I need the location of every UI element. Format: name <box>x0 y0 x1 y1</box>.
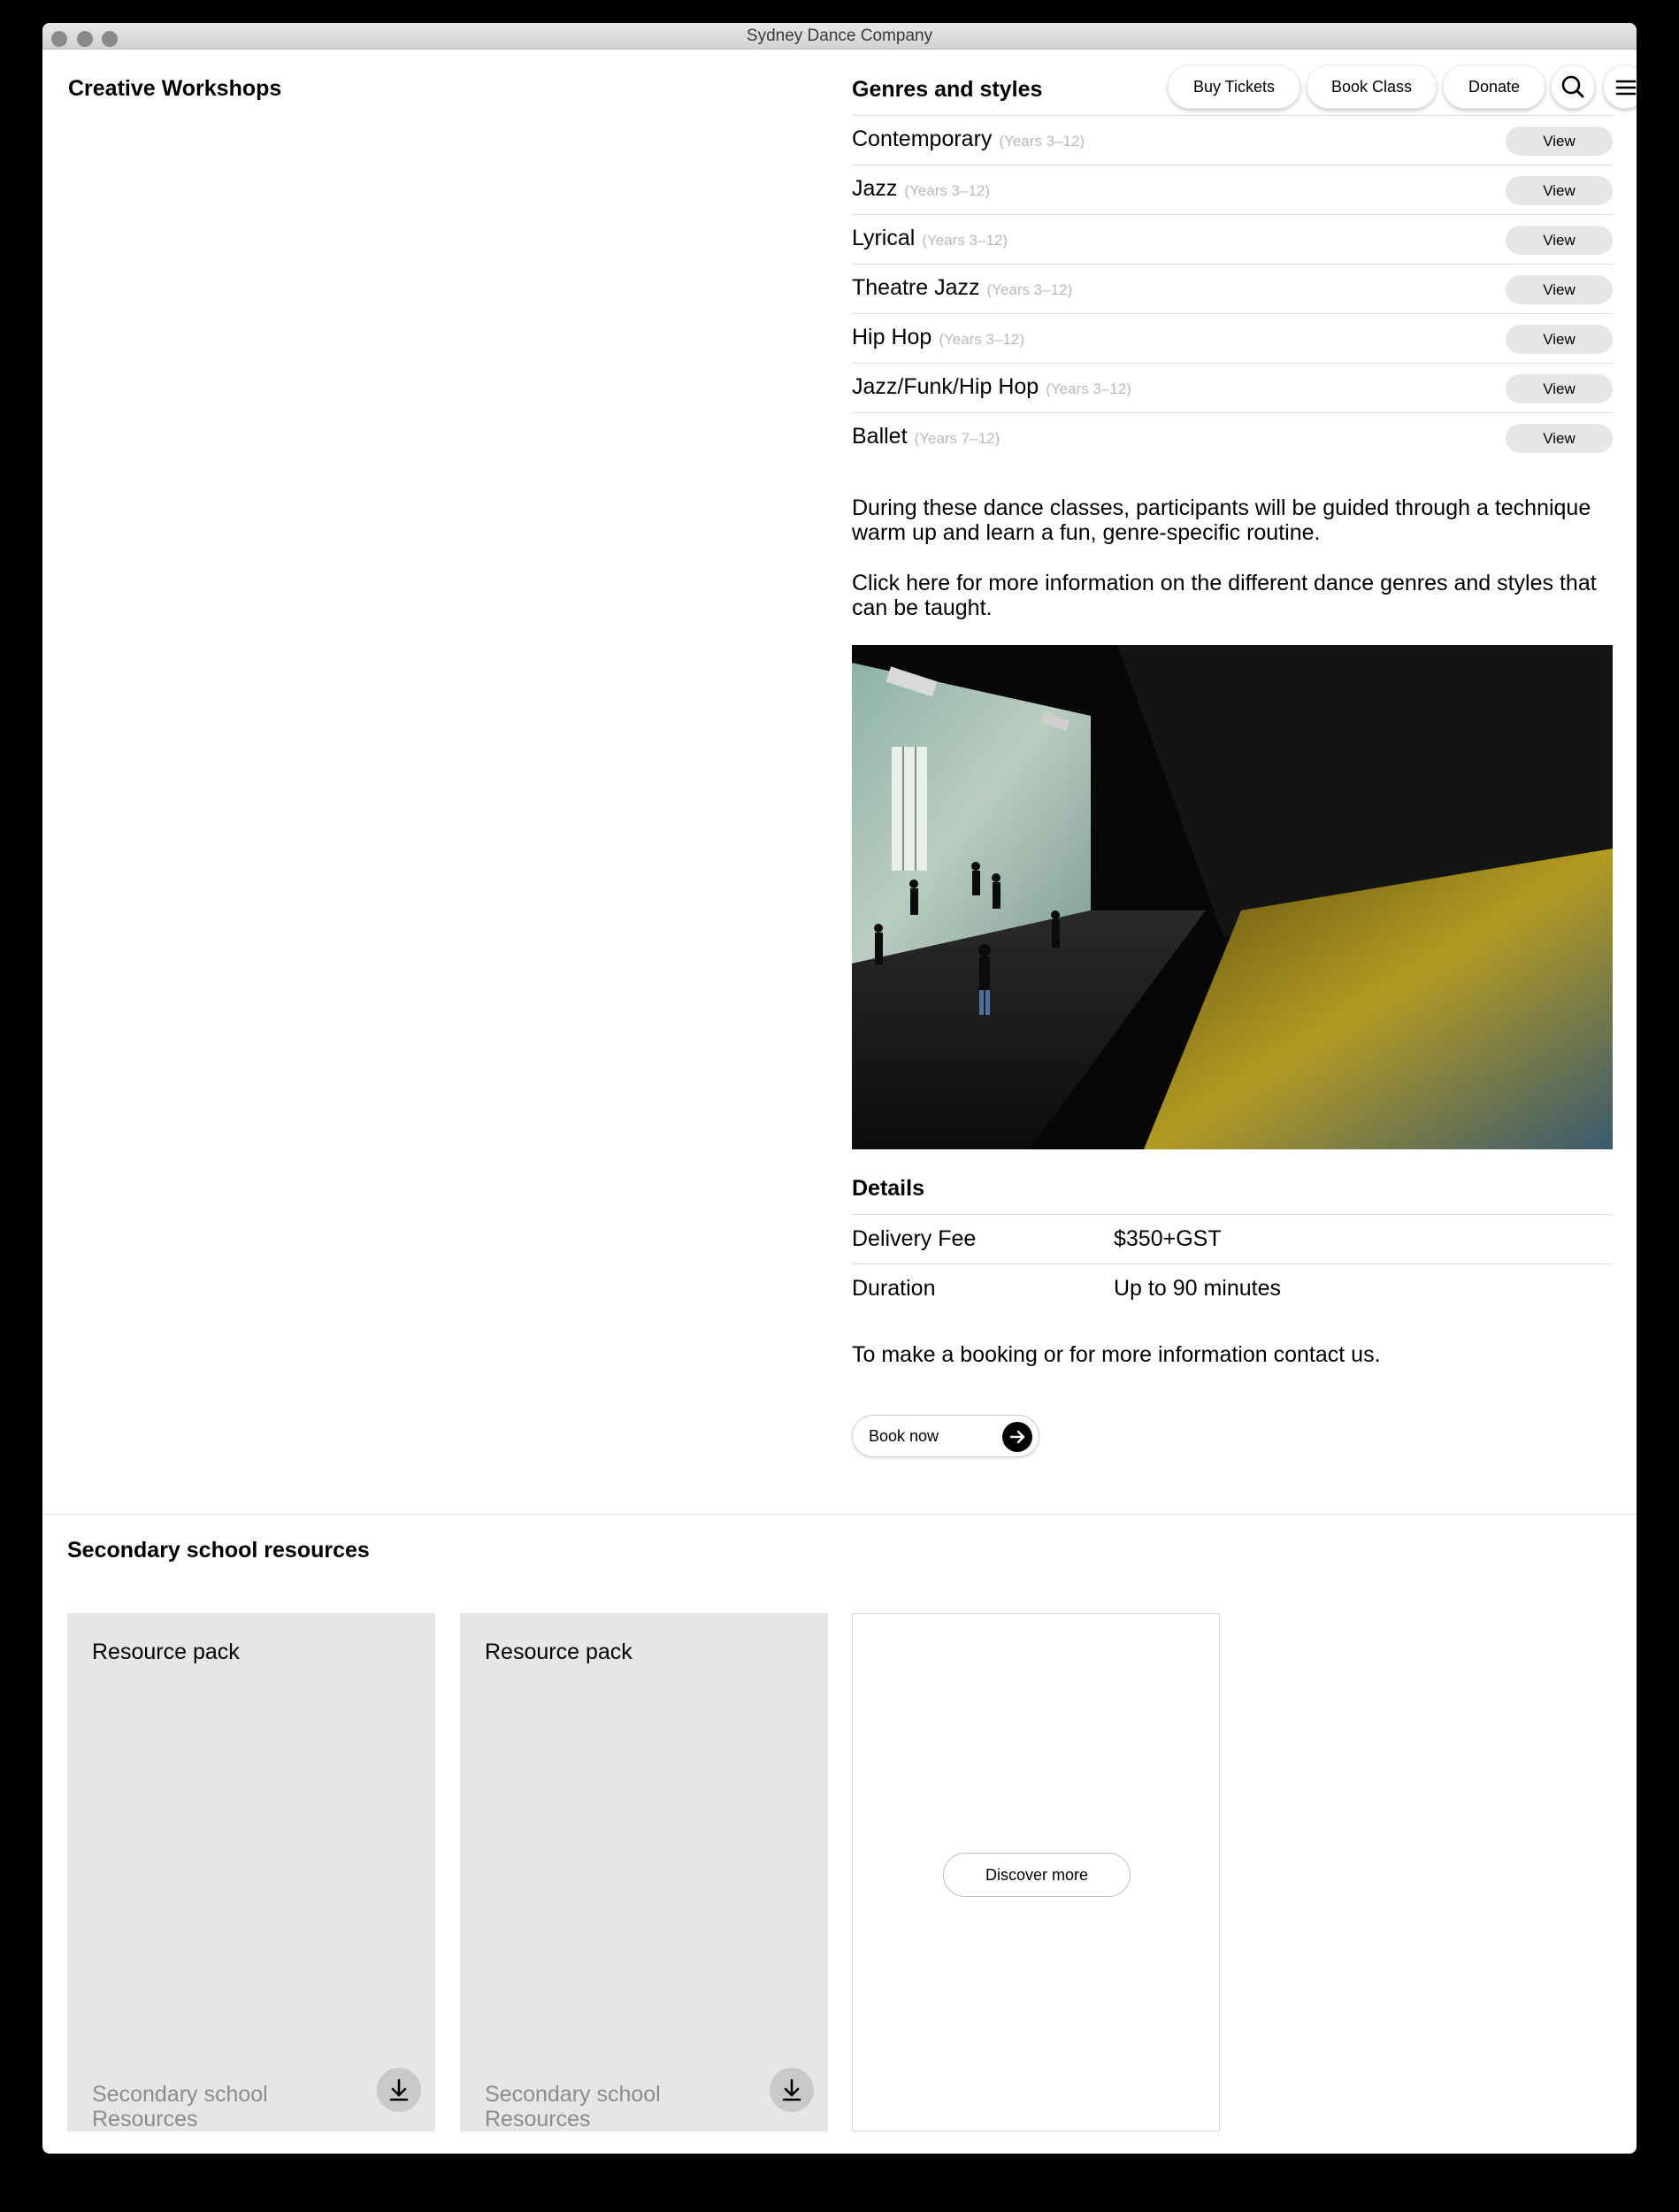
theatre-stage-image <box>852 645 1613 1149</box>
view-button[interactable]: View <box>1506 275 1613 304</box>
genre-years: (Years 3–12) <box>922 232 1008 249</box>
resource-card[interactable]: Resource pack Secondary school Resources <box>460 1613 828 2131</box>
genre-row: Jazz/Funk/Hip Hop (Years 3–12) View <box>852 363 1613 412</box>
description-paragraph: During these dance classes, participants… <box>852 495 1591 545</box>
genre-years: (Years 3–12) <box>986 281 1073 298</box>
book-now-label: Book now <box>869 1427 939 1445</box>
view-button[interactable]: View <box>1506 176 1613 205</box>
details-row: Duration Up to 90 minutes <box>852 1263 1613 1313</box>
genre-row: Ballet (Years 7–12) View <box>852 412 1613 462</box>
details-row: Delivery Fee $350+GST <box>852 1214 1613 1263</box>
content-column: Genres and styles Contemporary (Years 3–1… <box>852 23 1613 1492</box>
page-title: Creative Workshops <box>68 76 282 101</box>
genre-name: Jazz/Funk/Hip Hop <box>852 374 1039 399</box>
genre-years: (Years 3–12) <box>939 331 1025 348</box>
genre-row: Contemporary (Years 3–12) View <box>852 115 1613 165</box>
genre-years: (Years 3–12) <box>1046 380 1131 397</box>
genres-info-link[interactable]: Click here for more information on the d… <box>852 571 1613 620</box>
details-value: $350+GST <box>1114 1226 1222 1251</box>
resource-card-subtitle: Secondary school Resources <box>92 2082 268 2131</box>
genre-years: (Years 3–12) <box>999 133 1085 150</box>
view-button[interactable]: View <box>1506 325 1613 354</box>
genre-name: Lyrical <box>852 226 916 250</box>
genre-name: Contemporary <box>852 127 993 151</box>
details-label: Duration <box>852 1276 936 1301</box>
view-button[interactable]: View <box>1506 374 1613 403</box>
genre-row: Hip Hop (Years 3–12) View <box>852 313 1613 363</box>
resource-card-title: Resource pack <box>485 1640 632 1664</box>
details-label: Delivery Fee <box>852 1226 977 1251</box>
genre-years: (Years 3–12) <box>904 182 991 199</box>
browser-window: Sydney Dance Company Creative Workshops … <box>42 23 1637 2154</box>
resource-card-subtitle: Secondary school Resources <box>485 2082 661 2131</box>
view-button[interactable]: View <box>1506 127 1613 156</box>
resource-card-title: Resource pack <box>92 1640 240 1664</box>
section-divider <box>42 1514 1637 1515</box>
download-button[interactable] <box>377 2068 421 2112</box>
genre-name: Hip Hop <box>852 325 932 349</box>
genre-row: Jazz (Years 3–12) View <box>852 165 1613 214</box>
genre-row: Lyrical (Years 3–12) View <box>852 214 1613 264</box>
download-icon <box>389 2078 409 2101</box>
discover-more-button[interactable]: Discover more <box>943 1853 1131 1897</box>
genres-heading: Genres and styles <box>852 77 1043 102</box>
details-heading: Details <box>852 1176 924 1201</box>
genre-name: Theatre Jazz <box>852 275 980 300</box>
contact-text: To make a booking or for more informatio… <box>852 1342 1381 1367</box>
genre-row: Theatre Jazz (Years 3–12) View <box>852 264 1613 313</box>
download-button[interactable] <box>770 2068 814 2112</box>
view-button[interactable]: View <box>1506 226 1613 255</box>
details-value: Up to 90 minutes <box>1114 1276 1281 1301</box>
arrow-right-icon <box>1002 1422 1032 1452</box>
genre-name: Ballet <box>852 424 908 449</box>
workshop-photo <box>852 645 1613 1149</box>
resources-heading: Secondary school resources <box>67 1538 370 1563</box>
genre-name: Jazz <box>852 176 898 201</box>
book-now-button[interactable]: Book now <box>852 1415 1039 1457</box>
download-icon <box>782 2078 801 2101</box>
discover-card: Discover more <box>852 1613 1220 2131</box>
view-button[interactable]: View <box>1506 424 1613 453</box>
resource-card[interactable]: Resource pack Secondary school Resources <box>67 1613 435 2131</box>
genre-years: (Years 7–12) <box>914 430 1000 447</box>
